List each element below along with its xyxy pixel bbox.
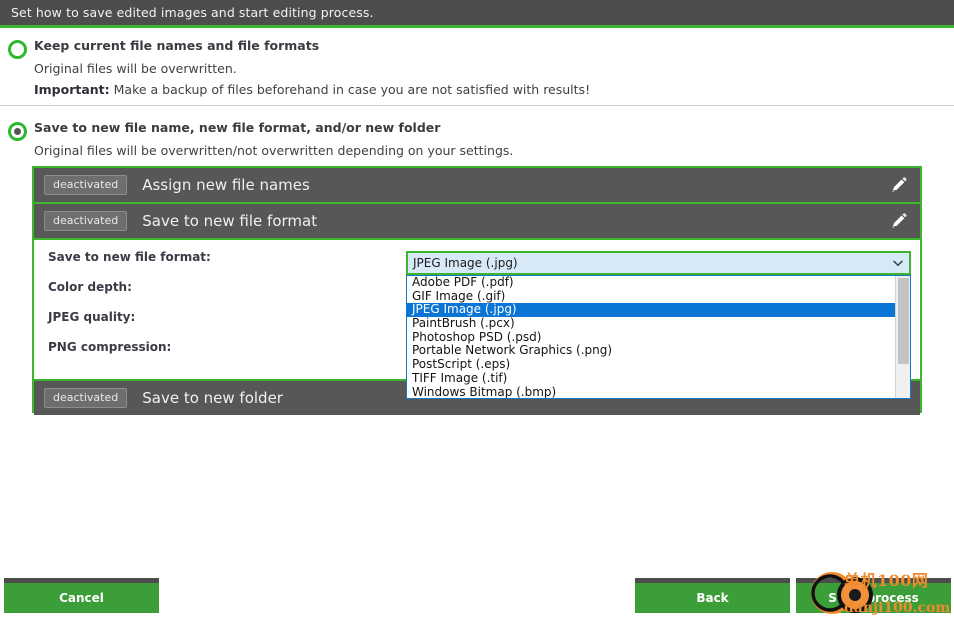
label-jpeg-quality: JPEG quality:	[48, 310, 136, 324]
strip-label-assign-names: Assign new file names	[142, 176, 310, 194]
important-text: Make a backup of files beforehand in cas…	[109, 82, 591, 97]
option-save-new-title: Save to new file name, new file format, …	[34, 120, 441, 135]
cancel-button[interactable]: Cancel	[4, 578, 159, 613]
radio-keep-current[interactable]	[8, 40, 27, 59]
label-color-depth: Color depth:	[48, 280, 132, 294]
badge-deactivated-file-format[interactable]: deactivated	[44, 211, 128, 231]
dropdown-option[interactable]: Windows Bitmap (.bmp)	[407, 385, 896, 398]
option-keep-current-line1: Original files will be overwritten.	[34, 61, 237, 76]
dropdown-scrollbar-thumb[interactable]	[898, 278, 909, 364]
dropdown-option[interactable]: PaintBrush (.pcx)	[407, 316, 896, 331]
dropdown-option[interactable]: GIF Image (.gif)	[407, 289, 896, 304]
pencil-icon[interactable]	[890, 176, 908, 194]
pencil-icon[interactable]	[890, 212, 908, 230]
radio-save-new[interactable]	[8, 122, 27, 141]
label-save-to-new-file-format: Save to new file format:	[48, 250, 211, 264]
option-keep-current-title: Keep current file names and file formats	[34, 38, 320, 53]
back-button[interactable]: Back	[635, 578, 790, 613]
file-format-dropdown-list[interactable]: Adobe PDF (.pdf) GIF Image (.gif) JPEG Ima…	[406, 275, 911, 399]
chevron-down-icon[interactable]	[887, 253, 909, 273]
option-save-new-line1: Original files will be overwritten/not o…	[34, 143, 514, 158]
dropdown-scrollbar[interactable]	[895, 276, 910, 398]
dialog-root: Set how to save edited images and start …	[0, 0, 954, 618]
strip-label-new-folder: Save to new folder	[142, 389, 283, 407]
option-save-new[interactable]: Save to new file name, new file format, …	[0, 118, 954, 158]
section-divider	[0, 105, 954, 106]
strip-assign-new-file-names[interactable]: deactivated Assign new file names	[34, 168, 920, 204]
file-format-combobox[interactable]: JPEG Image (.jpg)	[406, 251, 911, 275]
label-png-compression: PNG compression:	[48, 340, 172, 354]
header-bar: Set how to save edited images and start …	[0, 0, 954, 28]
option-keep-current-line2: Important: Make a backup of files before…	[34, 82, 954, 97]
file-format-combobox-value: JPEG Image (.jpg)	[413, 256, 518, 270]
header-title: Set how to save edited images and start …	[11, 5, 374, 20]
option-keep-current[interactable]: Keep current file names and file formats…	[0, 36, 954, 97]
badge-deactivated-assign-names[interactable]: deactivated	[44, 175, 128, 195]
strip-label-file-format: Save to new file format	[142, 212, 318, 230]
dropdown-option[interactable]: Portable Network Graphics (.png)	[407, 344, 896, 358]
dropdown-option[interactable]: PostScript (.eps)	[407, 357, 896, 372]
dropdown-option[interactable]: Photoshop PSD (.psd)	[407, 330, 896, 345]
badge-deactivated-new-folder[interactable]: deactivated	[44, 388, 128, 408]
dropdown-option[interactable]: TIFF Image (.tif)	[407, 371, 896, 386]
strip-save-to-new-file-format[interactable]: deactivated Save to new file format	[34, 204, 920, 240]
start-process-button[interactable]: Start process	[796, 578, 951, 613]
important-label: Important:	[34, 82, 110, 97]
dropdown-option[interactable]: Adobe PDF (.pdf)	[407, 276, 896, 290]
dropdown-option[interactable]: JPEG Image (.jpg)	[407, 303, 896, 318]
dropdown-options: Adobe PDF (.pdf) GIF Image (.gif) JPEG Ima…	[407, 276, 896, 398]
